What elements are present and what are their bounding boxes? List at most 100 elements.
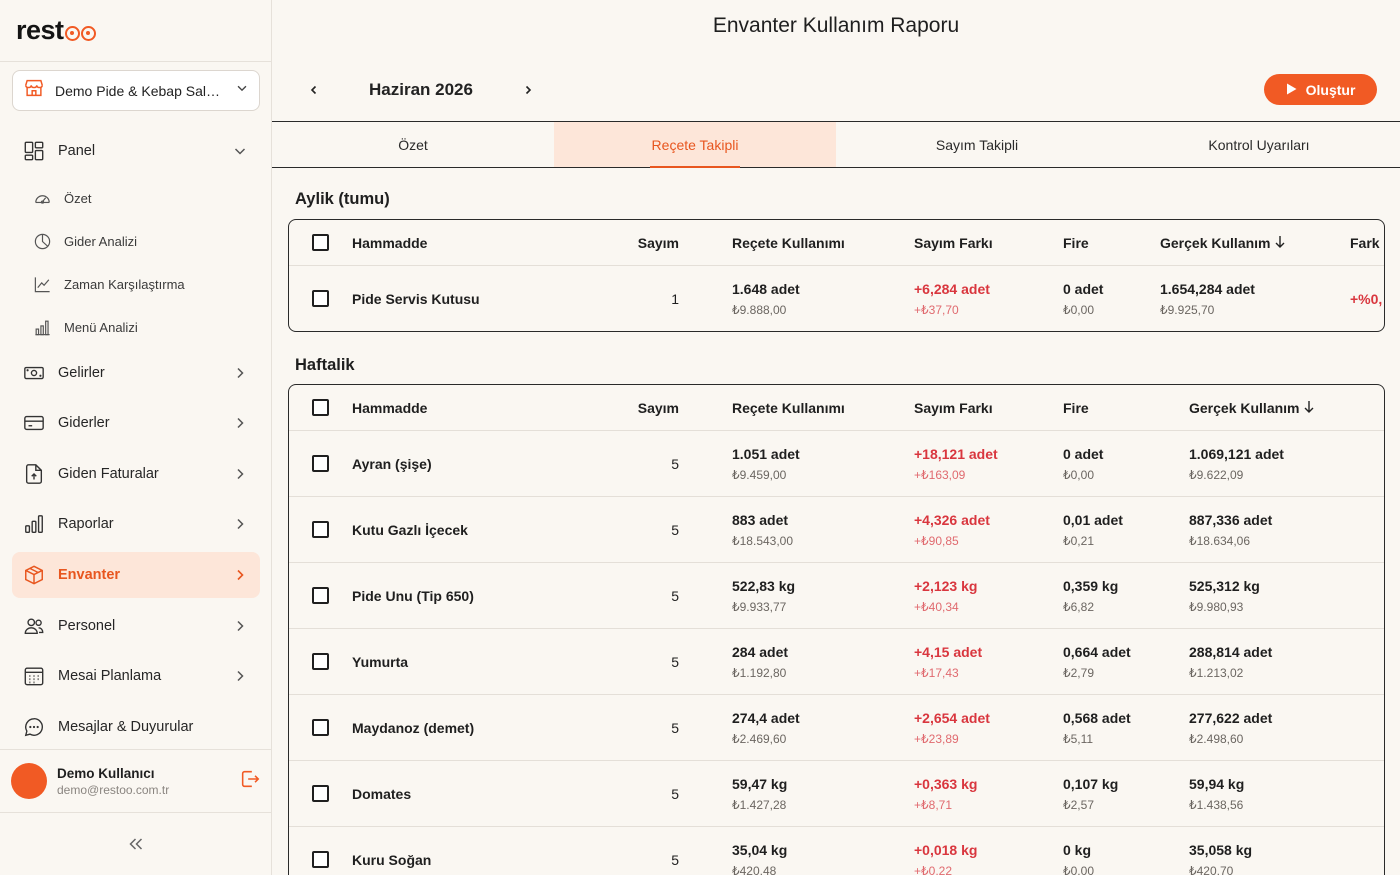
sort-down-icon xyxy=(1303,400,1315,416)
tab-sayim-takipli[interactable]: Sayım Takipli xyxy=(836,122,1118,167)
ingredient-name: Kuru Soğan xyxy=(352,852,432,868)
table-row[interactable]: Maydanoz (demet) 5 274,4 adet ₺2.469,60 +… xyxy=(289,695,1384,761)
real-usage: 887,336 adet ₺18.634,06 xyxy=(1189,511,1273,548)
table-row[interactable]: Kutu Gazlı İçecek 5 883 adet ₺18.543,00 +… xyxy=(289,497,1384,563)
chat-icon xyxy=(22,715,46,739)
month-navigator: Haziran 2026 xyxy=(300,76,542,104)
recipe-usage: 274,4 adet ₺2.469,60 xyxy=(732,709,800,746)
sidebar-item-label: Mesai Planlama xyxy=(58,668,162,684)
sidebar-item-gelirler[interactable]: Gelirler xyxy=(12,350,260,396)
sidebar-subitem-menu-analizi[interactable]: Menü Analizi xyxy=(32,310,260,344)
tab-recete-takipli[interactable]: Reçete Takipli xyxy=(554,122,836,168)
row-checkbox[interactable] xyxy=(312,851,329,868)
collapse-sidebar-icon[interactable] xyxy=(126,835,146,853)
sidebar-subitem-gider-analizi[interactable]: Gider Analizi xyxy=(32,224,260,258)
logo-text: rest xyxy=(16,14,64,45)
table-row[interactable]: Ayran (şişe) 5 1.051 adet ₺9.459,00 +18,1… xyxy=(289,431,1384,497)
column-header-sayim[interactable]: Sayım xyxy=(589,220,679,265)
column-header-gercek[interactable]: Gerçek Kullanım xyxy=(1160,220,1340,265)
restoo-logo[interactable]: rest xyxy=(16,14,96,46)
sidebar-item-giden-faturalar[interactable]: Giden Faturalar xyxy=(12,451,260,497)
column-header-hammadde[interactable]: Hammadde xyxy=(352,385,582,430)
count-difference: +4,326 adet +₺90,85 xyxy=(914,511,990,548)
ingredient-name: Pide Servis Kutusu xyxy=(352,290,480,307)
select-all-checkbox[interactable] xyxy=(312,398,329,416)
sidebar-item-mesai-planlama[interactable]: Mesai Planlama xyxy=(12,653,260,699)
column-header-sayim-farki[interactable]: Sayım Farkı xyxy=(914,385,1054,430)
count-difference: +0,363 kg +₺8,71 xyxy=(914,775,978,812)
waste-value: 0,01 adet ₺0,21 xyxy=(1063,511,1123,548)
chevron-right-icon xyxy=(232,567,248,583)
difference-percent: +%0, xyxy=(1350,290,1383,307)
users-icon xyxy=(22,614,46,638)
column-header-sayim[interactable]: Sayım xyxy=(589,385,679,430)
row-checkbox[interactable] xyxy=(312,454,329,472)
count-value: 5 xyxy=(671,852,679,868)
row-checkbox[interactable] xyxy=(312,784,329,802)
sidebar-item-panel[interactable]: Panel xyxy=(12,128,260,174)
avatar[interactable] xyxy=(11,763,47,799)
tab-ozet[interactable]: Özet xyxy=(272,122,554,167)
create-report-button[interactable]: Oluştur xyxy=(1264,74,1377,105)
count-value: 5 xyxy=(671,587,679,604)
count-value: 5 xyxy=(671,785,679,802)
row-checkbox[interactable] xyxy=(312,718,329,736)
table-row[interactable]: Domates 5 59,47 kg ₺1.427,28 +0,363 kg +₺8… xyxy=(289,761,1384,827)
table-header: Hammadde Sayım Reçete Kullanımı Sayım Fa… xyxy=(289,220,1384,266)
branch-selector[interactable]: Demo Pide & Kebap Salon... xyxy=(12,70,260,111)
row-checkbox[interactable] xyxy=(312,586,329,604)
select-all-checkbox[interactable] xyxy=(312,233,329,251)
count-difference: +2,654 adet +₺23,89 xyxy=(914,709,990,746)
column-header-recete[interactable]: Reçete Kullanımı xyxy=(732,220,902,265)
row-checkbox[interactable] xyxy=(312,289,329,307)
waste-value: 0 adet ₺0,00 xyxy=(1063,445,1104,482)
pie-chart-icon xyxy=(32,231,52,251)
main-content: Envanter Kullanım Raporu Haziran 2026 Ol… xyxy=(272,0,1400,875)
column-header-fark[interactable]: Fark xyxy=(1350,220,1384,265)
sidebar-item-giderler[interactable]: Giderler xyxy=(12,400,260,446)
bar-chart-icon xyxy=(22,512,46,536)
sidebar-divider xyxy=(0,749,271,750)
chevron-right-icon xyxy=(232,466,248,482)
table-row[interactable]: Pide Servis Kutusu 1 1.648 adet ₺9.888,00… xyxy=(289,266,1384,331)
column-header-fire[interactable]: Fire xyxy=(1063,385,1163,430)
sidebar-item-raporlar[interactable]: Raporlar xyxy=(12,501,260,547)
ingredient-name: Ayran (şişe) xyxy=(352,455,432,472)
sidebar-item-label: Panel xyxy=(58,143,96,159)
sidebar: rest Demo Pide & Kebap Salon... Panel Öz… xyxy=(0,0,272,875)
table-row[interactable]: Pide Unu (Tip 650) 5 522,83 kg ₺9.933,77 … xyxy=(289,563,1384,629)
chevron-right-icon xyxy=(232,668,248,684)
calendar-icon xyxy=(22,664,46,688)
column-header-fire[interactable]: Fire xyxy=(1063,220,1163,265)
real-usage: 277,622 adet ₺2.498,60 xyxy=(1189,709,1273,746)
table-row[interactable]: Kuru Soğan 5 35,04 kg ₺420,48 +0,018 kg +₺… xyxy=(289,827,1384,875)
sidebar-subitem-ozet[interactable]: Özet xyxy=(32,181,260,215)
sidebar-item-mesajlar-duyurular[interactable]: Mesajlar & Duyurular xyxy=(12,704,260,750)
logo-rings-icon xyxy=(64,20,96,41)
sidebar-subitem-label: Özet xyxy=(64,190,92,206)
logout-icon[interactable] xyxy=(239,768,261,795)
gauge-icon xyxy=(32,188,52,208)
previous-month-button[interactable] xyxy=(300,76,328,104)
column-header-label: Gerçek Kullanım xyxy=(1189,399,1300,416)
next-month-button[interactable] xyxy=(514,76,542,104)
sidebar-item-label: Giden Faturalar xyxy=(58,466,159,482)
real-usage: 35,058 kg ₺420,70 xyxy=(1189,842,1253,875)
file-upload-icon xyxy=(22,462,46,486)
row-checkbox[interactable] xyxy=(312,652,329,670)
column-header-gercek[interactable]: Gerçek Kullanım xyxy=(1189,385,1369,430)
column-header-hammadde[interactable]: Hammadde xyxy=(352,220,582,265)
waste-value: 0,568 adet ₺5,11 xyxy=(1063,709,1131,746)
tab-kontrol-uyarilari[interactable]: Kontrol Uyarıları xyxy=(1118,122,1400,167)
column-header-label: Gerçek Kullanım xyxy=(1160,234,1271,251)
column-header-recete[interactable]: Reçete Kullanımı xyxy=(732,385,902,430)
sidebar-item-personel[interactable]: Personel xyxy=(12,603,260,649)
ingredient-name: Maydanoz (demet) xyxy=(352,719,475,736)
column-header-sayim-farki[interactable]: Sayım Farkı xyxy=(914,220,1054,265)
sidebar-item-envanter[interactable]: Envanter xyxy=(12,552,260,598)
row-checkbox[interactable] xyxy=(312,520,329,538)
bar-chart-icon xyxy=(32,317,52,337)
recipe-usage: 883 adet ₺18.543,00 xyxy=(732,511,794,548)
table-row[interactable]: Yumurta 5 284 adet ₺1.192,80 +4,15 adet +₺… xyxy=(289,629,1384,695)
sidebar-subitem-zaman-karsilastirma[interactable]: Zaman Karşılaştırma xyxy=(32,267,260,301)
